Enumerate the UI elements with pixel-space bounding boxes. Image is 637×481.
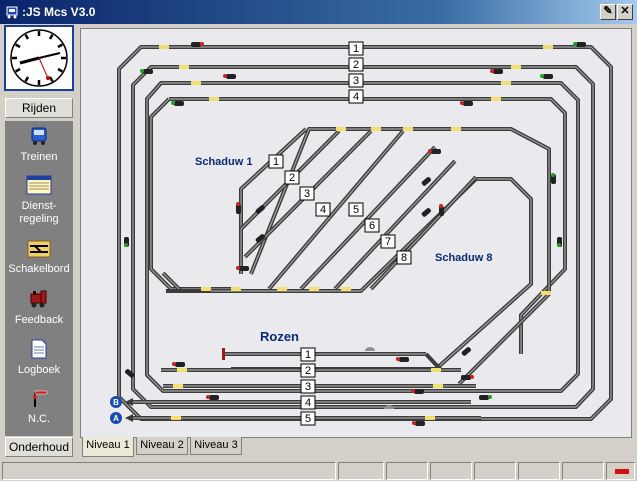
- signal-icon: [412, 421, 425, 426]
- signal-icon: [439, 204, 444, 216]
- nav-dienstregeling[interactable]: Dienst- regeling: [5, 175, 73, 226]
- status-panel: [562, 462, 604, 480]
- track-number: 1: [305, 349, 311, 361]
- nav-schakelbord[interactable]: Schakelbord: [5, 240, 73, 276]
- rijden-button[interactable]: Rijden: [5, 98, 73, 118]
- nav-label: Dienst- regeling: [19, 200, 59, 225]
- sidebar: Rijden Treinen Dienst- regeling Schakelb…: [2, 24, 76, 458]
- nav-treinen[interactable]: Treinen: [5, 126, 73, 164]
- tab-niveau-1[interactable]: Niveau 1: [82, 437, 134, 457]
- schaduw8-label: Schaduw 8: [435, 252, 492, 264]
- signal-icon: [223, 74, 236, 79]
- switchboard-icon: [27, 240, 51, 258]
- track-number: 5: [353, 204, 359, 216]
- edit-button[interactable]: ✎: [600, 4, 616, 20]
- train-icon: [31, 127, 47, 145]
- onderhoud-button[interactable]: Onderhoud: [5, 437, 73, 457]
- track-numbers-top: 1 2 3 4: [348, 41, 364, 104]
- track-layout-canvas[interactable]: .trk { fill: none; stroke: #3c3c3c; stro…: [80, 28, 632, 438]
- nav-label: N.C.: [28, 413, 50, 425]
- signal-icon: [172, 362, 185, 367]
- close-icon: ✕: [620, 5, 630, 17]
- signal-icon: [557, 237, 562, 247]
- status-panel: [386, 462, 428, 480]
- pencil-icon: ✎: [603, 5, 613, 17]
- signal-icon: [540, 74, 553, 79]
- signal-icon: [551, 173, 556, 184]
- signal-icon: [421, 208, 431, 217]
- track-diagram[interactable]: .trk { fill: none; stroke: #3c3c3c; stro…: [81, 29, 631, 437]
- track-number: 2: [353, 59, 359, 71]
- nav-logboek[interactable]: Logboek: [5, 339, 73, 377]
- window-title: :JS Mcs V3.0: [22, 5, 96, 19]
- tab-niveau-2[interactable]: Niveau 2: [136, 437, 188, 455]
- nav-label: Logboek: [17, 364, 61, 376]
- track-number: 1: [273, 156, 279, 168]
- signal-icon: [490, 69, 503, 74]
- signal-icon: [479, 395, 492, 400]
- signal-icon: [171, 101, 184, 106]
- track-number: 6: [369, 220, 375, 232]
- nav-label: Feedback: [14, 314, 64, 326]
- crossing-icon: [33, 390, 48, 407]
- track-numbers-rozen: 1 2 3 4 5: [300, 347, 316, 426]
- track-number: 8: [401, 252, 407, 264]
- endpoint-b-label: B: [113, 398, 119, 407]
- status-panel: [474, 462, 516, 480]
- nav-label: Schakelbord: [8, 263, 70, 275]
- status-panel: [430, 462, 472, 480]
- signal-icon: [396, 357, 409, 362]
- track-number: 5: [305, 413, 311, 425]
- endpoint-markers[interactable]: B A: [110, 396, 122, 424]
- outer-loops: [117, 45, 613, 421]
- rozen-label: Rozen: [260, 329, 299, 344]
- track-number: 3: [305, 381, 311, 393]
- uncoupler-icon: [365, 347, 375, 351]
- signal-icon: [461, 375, 474, 380]
- track-number: 3: [304, 188, 310, 200]
- nav-nc[interactable]: N.C.: [5, 388, 73, 426]
- track-number: 4: [320, 204, 326, 216]
- tab-niveau-3[interactable]: Niveau 3: [190, 437, 242, 455]
- track-number: 7: [385, 236, 391, 248]
- status-panel: [518, 462, 560, 480]
- locomotive-icon: [30, 290, 47, 308]
- nav-feedback[interactable]: Feedback: [5, 289, 73, 327]
- status-panel: [2, 462, 336, 480]
- signal-icon: [206, 395, 219, 400]
- signal-icon: [411, 389, 424, 394]
- track-number: 4: [353, 91, 359, 103]
- document-icon: [31, 339, 47, 359]
- status-bar: [0, 461, 637, 481]
- nav-panel: Treinen Dienst- regeling Schakelbord Fee…: [5, 121, 73, 436]
- timetable-icon: [26, 175, 52, 195]
- clock-face: [10, 29, 68, 87]
- arrow-a: [125, 414, 133, 422]
- track-number: 2: [289, 172, 295, 184]
- nav-label: Treinen: [20, 151, 58, 163]
- signal-icon: [460, 101, 473, 106]
- signal-icon: [124, 237, 129, 247]
- signal-icon: [236, 266, 249, 271]
- schaduw1-label: Schaduw 1: [195, 156, 252, 168]
- close-button[interactable]: ✕: [617, 4, 633, 20]
- track-number: 2: [305, 365, 311, 377]
- title-bar: :JS Mcs V3.0 ✎ ✕: [0, 0, 637, 24]
- status-panel: [338, 462, 384, 480]
- track-number: 4: [305, 397, 311, 409]
- app-icon: [6, 6, 18, 19]
- endpoint-a-label: A: [113, 414, 119, 423]
- track-number: 3: [353, 75, 359, 87]
- buffer-stop: [222, 348, 225, 360]
- stop-button[interactable]: [606, 462, 635, 480]
- stop-icon: [615, 469, 629, 474]
- clock-widget: [4, 25, 74, 91]
- track-number: 1: [353, 43, 359, 55]
